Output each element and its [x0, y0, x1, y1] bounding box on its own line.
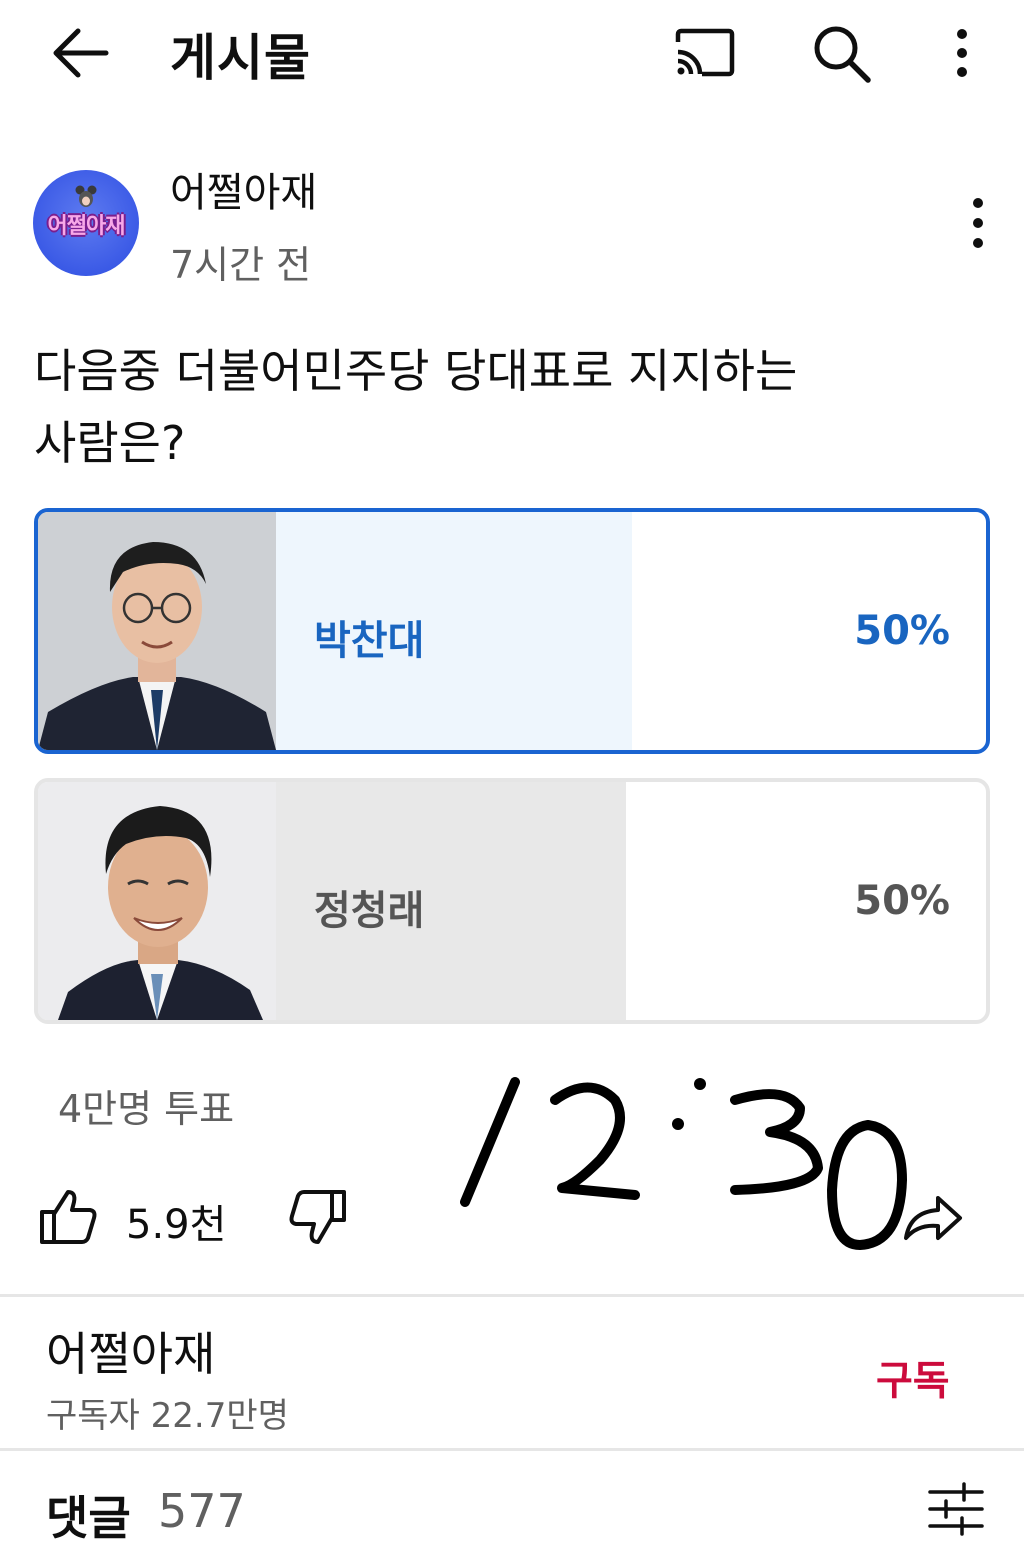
thumbs-up-icon: [40, 1190, 97, 1244]
share-icon: [904, 1196, 962, 1240]
page-title: 게시물: [170, 29, 311, 87]
more-vert-icon: [957, 29, 967, 77]
avatar-logo-text: 어쩔아재: [47, 214, 126, 239]
channel-name[interactable]: 어쩔아재: [46, 1318, 215, 1384]
filter-icon: [928, 1482, 984, 1536]
post-timestamp: 7시간 전: [170, 243, 312, 287]
poll-option-label: 정청래: [314, 888, 425, 934]
poll-option-selected[interactable]: 박찬대 50%: [34, 508, 990, 754]
thumbs-down-icon: [289, 1190, 346, 1244]
poll-option-label: 박찬대: [314, 618, 425, 664]
divider: [0, 1294, 1024, 1297]
more-vert-icon: [973, 198, 983, 248]
poll-question-line: 다음중 더불어민주당 당대표로 지지하는: [34, 344, 798, 398]
handwritten-annotation: [460, 1077, 907, 1250]
subscribe-button[interactable]: 구독: [876, 1348, 950, 1406]
poll-option-percent: 50%: [854, 608, 950, 654]
post-page: 게시물 어쩔아재 어쩔아재 7시간 전 다음중 더불어민주당 당대표로 지지하는…: [0, 0, 1024, 1566]
poll-question: 다음중 더불어민주당 당대표로 지지하는 사람은?: [34, 335, 974, 479]
post-author-name[interactable]: 어쩔아재: [170, 160, 317, 218]
cast-button[interactable]: [672, 22, 738, 84]
channel-avatar[interactable]: 어쩔아재: [33, 170, 139, 276]
more-options-button[interactable]: [940, 20, 984, 86]
share-button[interactable]: [900, 1190, 964, 1246]
dislike-button[interactable]: [288, 1188, 350, 1248]
candidate-photo: [38, 782, 276, 1020]
comments-sort-button[interactable]: [926, 1480, 986, 1538]
top-app-bar: 게시물: [0, 0, 1024, 110]
comments-count: 577: [158, 1484, 246, 1538]
like-count: 5.9천: [126, 1202, 227, 1248]
cast-icon: [675, 28, 735, 77]
comments-label[interactable]: 댓글: [46, 1482, 131, 1548]
candidate-photo: [38, 512, 276, 750]
poll-vote-count: 4만명 투표: [58, 1087, 235, 1131]
like-button[interactable]: [38, 1186, 98, 1246]
divider: [0, 1448, 1024, 1451]
mouse-logo-icon: [75, 185, 97, 207]
back-button[interactable]: [44, 22, 114, 84]
post-more-button[interactable]: [956, 190, 1000, 256]
poll-option-percent: 50%: [854, 878, 950, 924]
poll-option[interactable]: 정청래 50%: [34, 778, 990, 1024]
search-button[interactable]: [806, 20, 876, 86]
subscriber-count: 구독자 22.7만명: [46, 1396, 289, 1436]
search-icon: [814, 26, 871, 83]
poll-question-line: 사람은?: [34, 416, 186, 470]
back-arrow-icon: [53, 28, 109, 78]
